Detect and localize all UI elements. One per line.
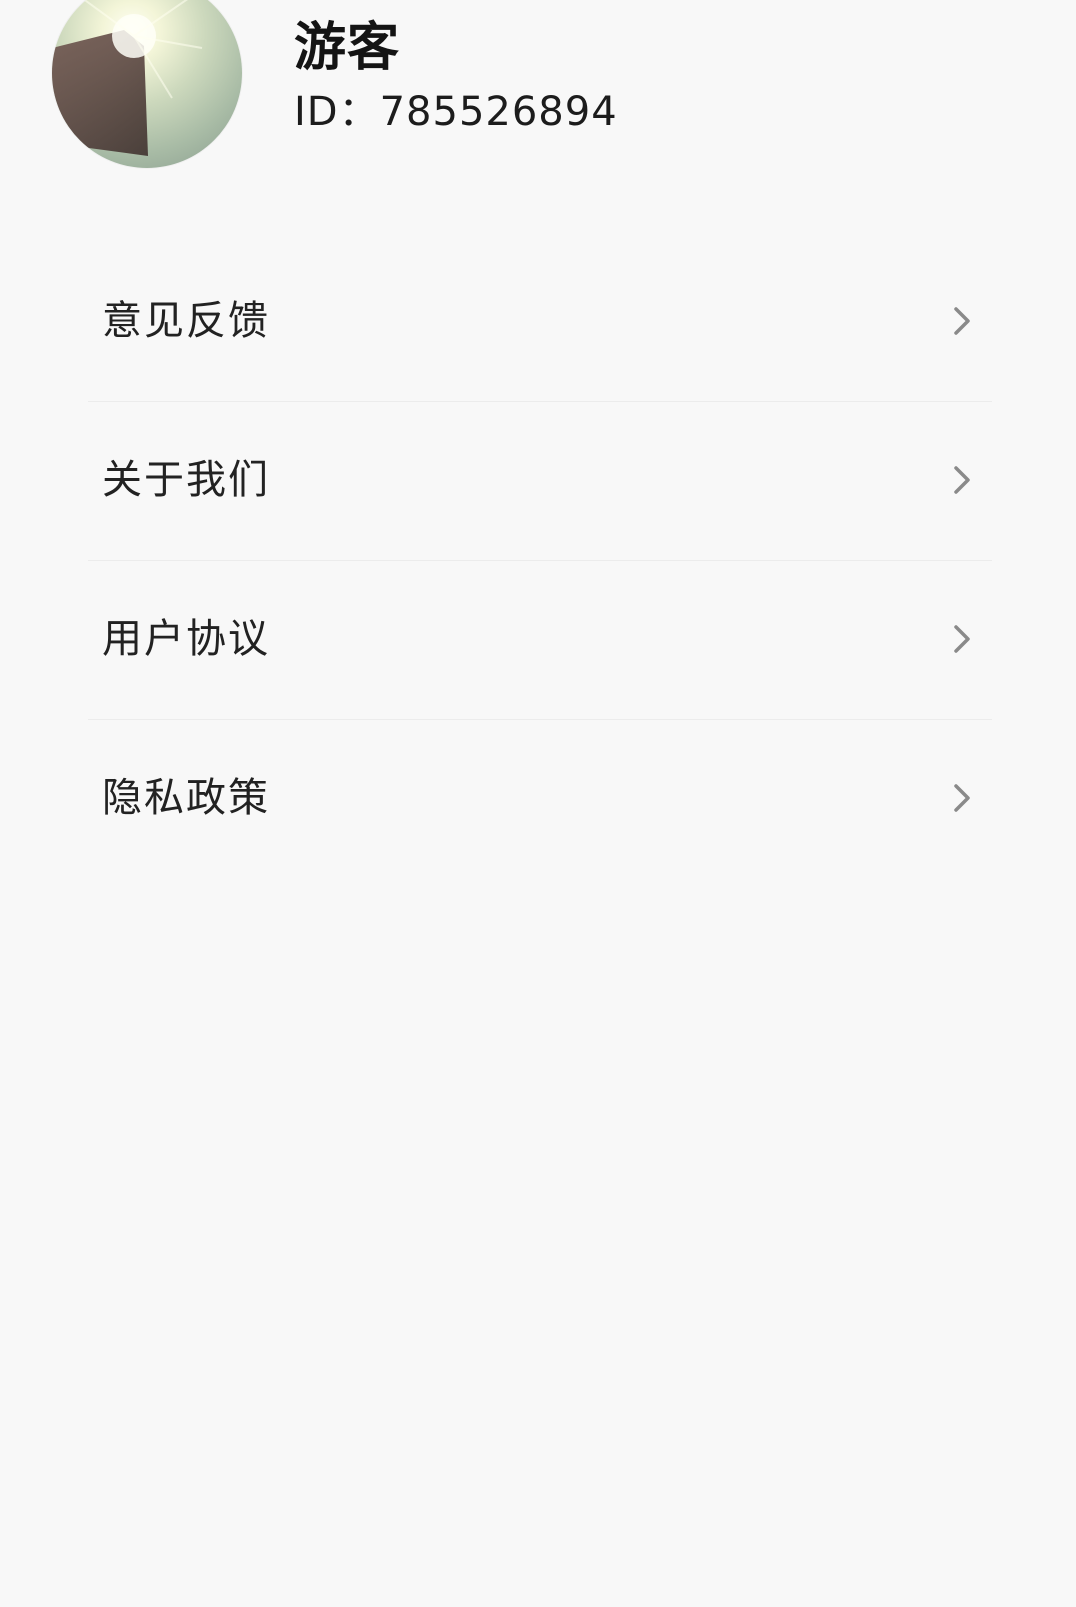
chevron-right-icon	[954, 307, 970, 335]
menu-item-label: 意见反馈	[102, 298, 270, 344]
profile-header: 游客 ID：785526894	[0, 0, 1076, 230]
avatar-image	[52, 0, 242, 168]
menu-item-label: 关于我们	[102, 457, 270, 503]
menu-item-label: 用户协议	[102, 616, 270, 662]
menu-item-user-agreement[interactable]: 用户协议	[88, 561, 992, 720]
menu-item-feedback[interactable]: 意见反馈	[88, 243, 992, 402]
menu-item-privacy-policy[interactable]: 隐私政策	[88, 720, 992, 879]
username: 游客	[294, 18, 401, 78]
avatar[interactable]	[52, 0, 242, 168]
menu-item-label: 隐私政策	[102, 775, 270, 821]
chevron-right-icon	[954, 784, 970, 812]
menu-item-about-us[interactable]: 关于我们	[88, 402, 992, 561]
chevron-right-icon	[954, 466, 970, 494]
user-id: ID：785526894	[294, 89, 618, 135]
settings-menu: 意见反馈 关于我们 用户协议 隐私政策	[88, 243, 992, 879]
chevron-right-icon	[954, 625, 970, 653]
